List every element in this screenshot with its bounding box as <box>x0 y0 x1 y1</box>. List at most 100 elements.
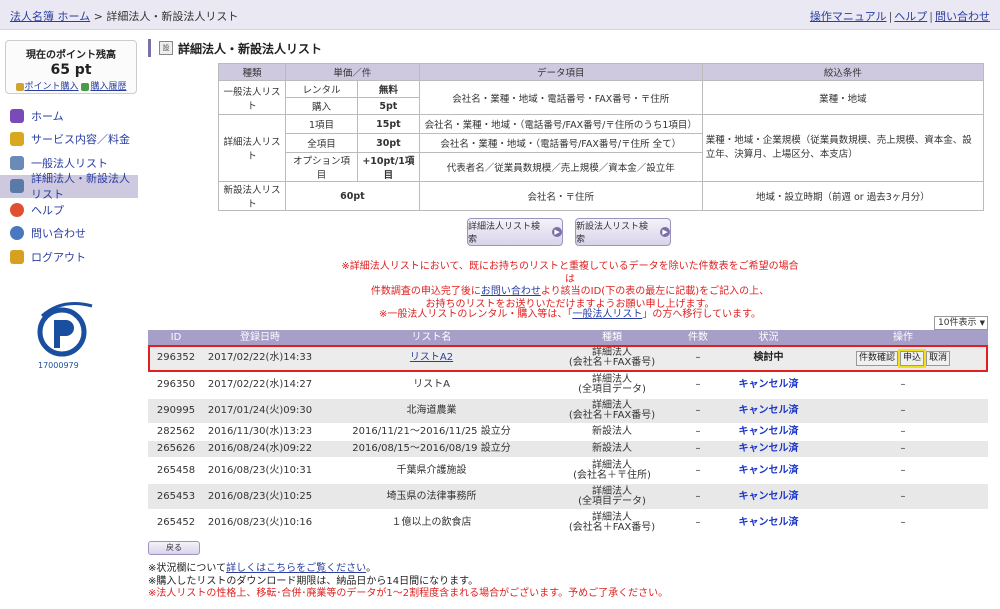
status-details-link[interactable]: 詳しくはこちらをご覧ください <box>226 563 366 574</box>
row-operations: – <box>900 426 906 437</box>
row-name: 埼玉県の法律事務所 <box>386 490 477 502</box>
column-header: ID <box>170 331 182 343</box>
type-main: 詳細法人 <box>592 459 632 471</box>
home-icon <box>10 108 24 123</box>
row-count: – <box>695 490 701 502</box>
sidebar-item-label: ホーム <box>31 109 64 123</box>
status-badge: キャンセル済 <box>738 464 799 476</box>
page-size-select[interactable]: 10件表示 ▼ <box>934 316 988 330</box>
row-id: 296350 <box>156 379 196 390</box>
table-row: 282562 2016/11/30(水)13:23 2016/11/21～201… <box>148 424 988 441</box>
sidebar-item-detail-list[interactable]: 詳細法人・新設法人リスト <box>0 172 138 201</box>
price-data: 会社名・業種・地域・電話番号・FAX番号・〒住所 <box>418 80 703 115</box>
column-header: 状況 <box>758 331 779 343</box>
type-detail: (会社名＋FAX番号) <box>568 357 656 368</box>
row-type: 新設法人 <box>592 443 632 454</box>
page-header: 設 詳細法人・新設法人リスト <box>148 39 322 57</box>
row-operations: – <box>900 516 906 528</box>
price-header-filter: 絞込条件 <box>701 63 985 81</box>
row-id: 265453 <box>156 490 196 502</box>
row-operations: – <box>900 379 906 390</box>
contact-inline-link[interactable]: お問い合わせ <box>481 286 541 297</box>
footnote-line: ※状況欄について詳しくはこちらをご覧ください。 <box>148 563 668 576</box>
notice-line: 件数調査の申込完了後にお問い合わせより該当のID(下の表の最左に記載)をご記入の… <box>340 286 800 299</box>
price-option: オプション項目 <box>285 152 358 182</box>
contact-link[interactable]: 問い合わせ <box>935 10 990 23</box>
type-detail: (会社名＋FAX番号) <box>568 410 656 421</box>
price-type: 一般法人リスト <box>218 80 286 115</box>
row-id: 296352 <box>156 352 196 363</box>
list-name-link[interactable]: リストA2 <box>410 353 453 363</box>
table-row: 290995 2017/01/24(火)09:30 北海道農業 詳細法人 (会社名… <box>148 399 988 424</box>
notice-text: より該当のID(下の表の最左に記載)をご記入の上、 <box>540 286 770 297</box>
buy-points-link[interactable]: ポイント購入 <box>25 82 79 92</box>
type-detail: (会社名＋FAX番号) <box>568 521 656 533</box>
price-header-data: データ項目 <box>418 63 703 81</box>
general-list-notice: ※一般法人リストのレンタル・購入等は、「一般法人リスト」の方へ移行しています。 <box>340 305 800 320</box>
list-icon: 設 <box>159 41 173 55</box>
arrow-right-icon: ▶ <box>660 227 670 237</box>
row-name: 北海道農業 <box>406 405 457 416</box>
row-type: 新設法人 <box>592 426 632 437</box>
sidebar-item-logout[interactable]: ログアウト <box>0 245 138 269</box>
row-date: 2016/08/24(水)09:22 <box>207 443 313 454</box>
column-header: リスト名 <box>411 331 452 343</box>
divider: | <box>888 10 893 23</box>
breadcrumb-home-link[interactable]: 法人名簿 ホーム <box>10 10 90 23</box>
type-detail: (会社名＋〒住所) <box>573 469 651 481</box>
row-count: – <box>695 426 701 437</box>
row-date: 2017/01/24(火)09:30 <box>207 405 313 416</box>
page-title: 詳細法人・新設法人リスト <box>178 41 323 56</box>
price-value: 60pt <box>285 181 420 211</box>
price-header-type: 種類 <box>218 63 286 81</box>
column-header: 件数 <box>688 331 708 343</box>
table-row: 265452 2016/08/23(火)10:16 １億以上の飲食店 詳細法人(… <box>148 510 988 536</box>
footnote-line: ※法人リストの性格上、移転･合併･廃業等のデータが1～2割程度含まれる場合がござ… <box>148 588 669 599</box>
row-count: – <box>695 379 701 390</box>
count-check-button[interactable]: 件数確認 <box>855 350 898 366</box>
price-option: 1項目 <box>285 114 358 134</box>
price-value: 30pt <box>357 133 420 153</box>
back-button[interactable]: 戻る <box>148 541 200 555</box>
apply-button[interactable]: 申込 <box>897 348 927 368</box>
breadcrumb-separator: > <box>90 10 107 23</box>
footnotes: ※状況欄について詳しくはこちらをご覧ください。 ※購入したリストのダウンロード期… <box>148 563 668 601</box>
new-list-search-button[interactable]: 新設法人リスト検索 ▶ <box>575 218 671 246</box>
sidebar-item-contact[interactable]: 問い合わせ <box>0 222 138 246</box>
price-data: 会社名・業種・地域・（電話番号/FAX番号/〒住所のうち1項目） <box>418 114 703 134</box>
status-badge: キャンセル済 <box>738 379 799 390</box>
sidebar-item-service[interactable]: サービス内容／料金 <box>0 128 138 152</box>
price-option: 全項目 <box>285 133 358 153</box>
sidebar-item-home[interactable]: ホーム <box>0 104 138 128</box>
type-main: 詳細法人 <box>592 485 632 497</box>
table-row: 296352 2017/02/22(水)14:33 リストA2 詳細法人 (会社名… <box>148 345 988 372</box>
row-operations: – <box>900 443 906 454</box>
price-data: 会社名・業種・地域・（電話番号/FAX番号/〒住所 全て） <box>418 133 703 153</box>
top-links: 操作マニュアル | ヘルプ | 問い合わせ <box>810 8 990 24</box>
cancel-button[interactable]: 取消 <box>926 350 951 366</box>
row-operations: – <box>900 490 906 502</box>
footnote-line: ※購入したリストのダウンロード期限は、納品日から14日間になります。 <box>148 575 479 587</box>
row-date: 2017/02/22(水)14:27 <box>207 379 313 390</box>
list-table: ID 登録日時 リスト名 種類 件数 状況 操作 296352 2017/02/… <box>148 330 988 536</box>
top-bar: 法人名簿 ホーム > 詳細法人・新設法人リスト 操作マニュアル | ヘルプ | 問い合わ… <box>0 0 1000 30</box>
row-operations: 件数確認 申込 取消 <box>818 348 988 368</box>
row-name: １億以上の飲食店 <box>391 516 472 528</box>
points-box: 現在のポイント残高 65 pt ポイント購入 購入履歴 <box>5 40 137 94</box>
chevron-down-icon: ▼ <box>979 319 985 327</box>
price-value: 5pt <box>357 97 420 115</box>
price-value: 無料 <box>357 80 420 98</box>
sidebar-item-label: 詳細法人・新設法人リスト <box>31 172 130 202</box>
row-name: リストA <box>413 379 450 390</box>
manual-link[interactable]: 操作マニュアル <box>810 10 887 23</box>
detail-list-search-button[interactable]: 詳細法人リスト検索 ▶ <box>467 218 563 246</box>
row-date: 2016/08/23(火)10:25 <box>207 490 313 502</box>
help-link[interactable]: ヘルプ <box>894 10 927 23</box>
status-badge: キャンセル済 <box>738 426 799 437</box>
buildings-icon <box>10 179 24 194</box>
privacy-mark-logo: 17000979 <box>32 298 108 372</box>
row-date: 2016/08/23(火)10:16 <box>207 516 313 528</box>
purchase-history-link[interactable]: 購入履歴 <box>90 82 126 92</box>
price-filter: 地域・設立時期（前週 or 過去3ヶ月分） <box>701 181 985 211</box>
general-list-inline-link[interactable]: 一般法人リスト <box>572 309 642 320</box>
